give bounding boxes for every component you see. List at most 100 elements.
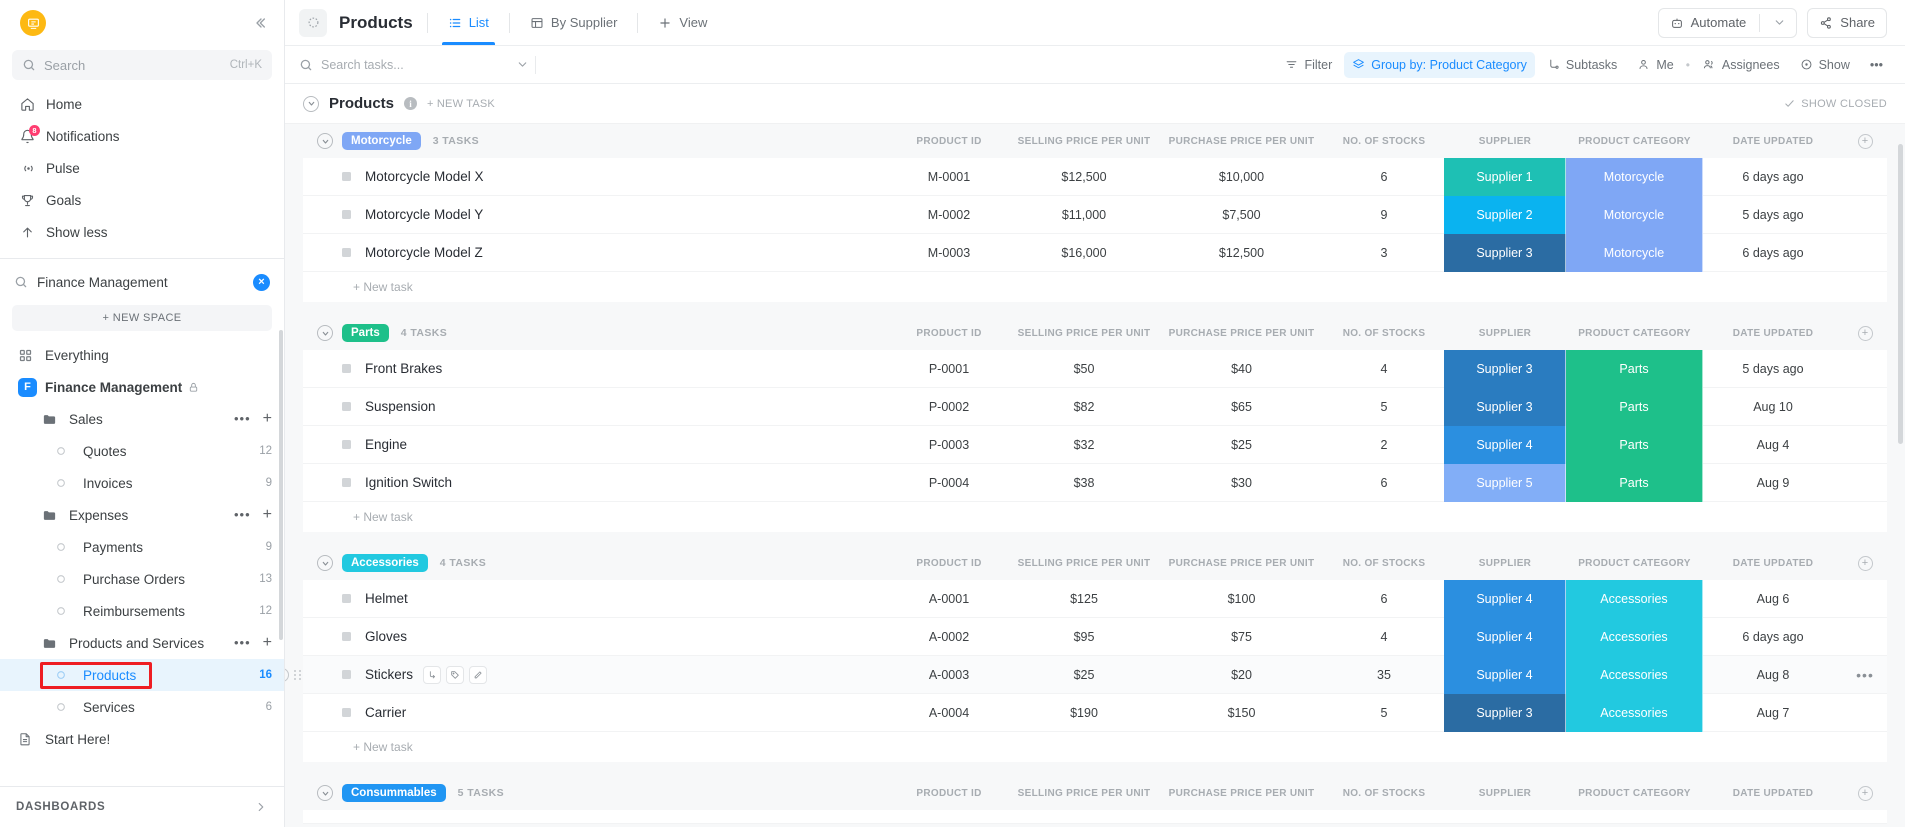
column-header-supplier[interactable]: SUPPLIER — [1444, 136, 1566, 147]
sidebar-scrollbar[interactable] — [279, 330, 283, 640]
cell-no-of-stocks[interactable]: 6 — [1324, 592, 1444, 606]
cell-purchase-price[interactable]: $40 — [1159, 362, 1324, 376]
cell-selling-price[interactable]: $16,000 — [1009, 246, 1159, 260]
new-space-button[interactable]: + NEW SPACE — [12, 305, 272, 331]
column-header-product-id[interactable]: PRODUCT ID — [889, 136, 1009, 147]
cell-no-of-stocks[interactable]: 2 — [1324, 438, 1444, 452]
chevron-down-circle-icon[interactable] — [317, 133, 333, 149]
cell-supplier[interactable]: Supplier 4 — [1444, 655, 1566, 694]
status-indicator[interactable] — [342, 210, 351, 219]
tab-add-view[interactable]: View — [652, 0, 713, 45]
cell-date-updated[interactable]: 5 days ago — [1703, 362, 1843, 376]
new-task-button[interactable]: + NEW TASK — [427, 98, 495, 110]
filter-button[interactable]: Filter — [1277, 52, 1340, 78]
cell-product-category[interactable]: Accessories — [1566, 655, 1703, 694]
search-input[interactable]: Search Ctrl+K — [12, 50, 272, 80]
cell-purchase-price[interactable]: $20 — [1159, 668, 1324, 682]
add-column-icon[interactable]: + — [1857, 555, 1873, 571]
search-tasks-input[interactable]: Search tasks... — [299, 58, 529, 72]
status-indicator[interactable] — [342, 632, 351, 641]
cell-product-category[interactable]: Motorcycle — [1566, 195, 1703, 234]
sidebar-item-everything[interactable]: Everything — [0, 339, 284, 371]
cell-date-updated[interactable]: Aug 4 — [1703, 438, 1843, 452]
cell-product-category[interactable]: Accessories — [1566, 579, 1703, 618]
chevron-down-icon[interactable] — [1767, 16, 1792, 29]
add-new-task-row[interactable]: + New task — [303, 502, 1887, 532]
table-row[interactable]: Carrier A-0004 $190 $150 5 Supplier 3 Ac… — [303, 693, 1887, 732]
cell-purchase-price[interactable]: $150 — [1159, 706, 1324, 720]
me-button[interactable]: Me — [1629, 52, 1681, 78]
space-search-input[interactable]: Finance Management × — [0, 265, 284, 299]
cell-purchase-price[interactable]: $25 — [1159, 438, 1324, 452]
column-header-product-category[interactable]: PRODUCT CATEGORY — [1566, 136, 1703, 147]
column-header-product-category[interactable]: PRODUCT CATEGORY — [1566, 788, 1703, 799]
status-indicator[interactable] — [342, 172, 351, 181]
cell-product-id[interactable]: A-0003 — [889, 668, 1009, 682]
column-header-purchase-price[interactable]: PURCHASE PRICE PER UNIT — [1159, 788, 1324, 799]
cell-purchase-price[interactable]: $100 — [1159, 592, 1324, 606]
sidebar-item-goals[interactable]: Goals — [0, 184, 284, 216]
column-header-selling-price[interactable]: SELLING PRICE PER UNIT — [1009, 788, 1159, 799]
sidebar-item-services[interactable]: Services 6 — [0, 691, 284, 723]
column-header-product-category[interactable]: PRODUCT CATEGORY — [1566, 558, 1703, 569]
column-header-selling-price[interactable]: SELLING PRICE PER UNIT — [1009, 328, 1159, 339]
cell-product-id[interactable]: P-0002 — [889, 400, 1009, 414]
column-header-no-of-stocks[interactable]: NO. OF STOCKS — [1324, 328, 1444, 339]
table-row[interactable]: Motorcycle Model X M-0001 $12,500 $10,00… — [303, 157, 1887, 196]
add-new-task-row[interactable]: + New task — [303, 272, 1887, 302]
cell-no-of-stocks[interactable]: 6 — [1324, 476, 1444, 490]
cell-selling-price[interactable]: $38 — [1009, 476, 1159, 490]
table-row[interactable]: Engine P-0003 $32 $25 2 Supplier 4 Parts… — [303, 425, 1887, 464]
table-row[interactable]: Front Brakes P-0001 $50 $40 4 Supplier 3… — [303, 349, 1887, 388]
group-chip[interactable]: Consummables — [342, 784, 446, 802]
table-row[interactable]: Suspension P-0002 $82 $65 5 Supplier 3 P… — [303, 387, 1887, 426]
chevron-down-icon[interactable] — [516, 58, 529, 71]
cell-product-id[interactable]: M-0002 — [889, 208, 1009, 222]
status-indicator[interactable] — [342, 708, 351, 717]
cell-selling-price[interactable]: $12,500 — [1009, 170, 1159, 184]
table-row[interactable]: Motorcycle Model Y M-0002 $11,000 $7,500… — [303, 195, 1887, 234]
table-row[interactable]: Stickers A-0003 $25 $20 35 Supplier 4 Ac… — [285, 655, 1887, 694]
cell-date-updated[interactable]: 6 days ago — [1703, 630, 1843, 644]
table-row[interactable] — [303, 810, 1887, 824]
add-new-task-row[interactable]: + New task — [303, 732, 1887, 762]
column-header-date-updated[interactable]: DATE UPDATED — [1703, 328, 1843, 339]
sidebar-item-products-and-services[interactable]: Products and Services ••• + — [0, 627, 284, 659]
status-indicator[interactable] — [342, 364, 351, 373]
cell-supplier[interactable]: Supplier 2 — [1444, 195, 1566, 234]
cell-no-of-stocks[interactable]: 4 — [1324, 630, 1444, 644]
cell-supplier[interactable]: Supplier 4 — [1444, 425, 1566, 464]
row-more-icon[interactable]: ••• — [1843, 668, 1887, 682]
cell-supplier[interactable]: Supplier 3 — [1444, 349, 1566, 388]
status-indicator[interactable] — [342, 594, 351, 603]
cell-product-category[interactable]: Parts — [1566, 387, 1703, 426]
column-header-purchase-price[interactable]: PURCHASE PRICE PER UNIT — [1159, 558, 1324, 569]
tab-list[interactable]: List — [441, 0, 496, 45]
cell-product-id[interactable]: P-0004 — [889, 476, 1009, 490]
cell-product-id[interactable]: M-0001 — [889, 170, 1009, 184]
show-closed-button[interactable]: SHOW CLOSED — [1784, 98, 1887, 110]
status-indicator[interactable] — [342, 248, 351, 257]
status-indicator[interactable] — [342, 402, 351, 411]
cell-supplier[interactable]: Supplier 1 — [1444, 157, 1566, 196]
cell-no-of-stocks[interactable]: 35 — [1324, 668, 1444, 682]
cell-product-id[interactable]: P-0003 — [889, 438, 1009, 452]
tag-icon[interactable] — [446, 665, 465, 684]
edit-icon[interactable] — [469, 665, 488, 684]
cell-no-of-stocks[interactable]: 6 — [1324, 170, 1444, 184]
chevron-down-circle-icon[interactable] — [317, 555, 333, 571]
cell-supplier[interactable]: Supplier 3 — [1444, 387, 1566, 426]
cell-product-category[interactable]: Accessories — [1566, 693, 1703, 732]
cell-purchase-price[interactable]: $7,500 — [1159, 208, 1324, 222]
sidebar-item-dashboards[interactable]: DASHBOARDS — [0, 787, 284, 827]
cell-purchase-price[interactable]: $10,000 — [1159, 170, 1324, 184]
cell-purchase-price[interactable]: $65 — [1159, 400, 1324, 414]
add-icon[interactable]: + — [263, 411, 272, 427]
table-row[interactable]: Gloves A-0002 $95 $75 4 Supplier 4 Acces… — [303, 617, 1887, 656]
cell-date-updated[interactable]: Aug 8 — [1703, 668, 1843, 682]
cell-no-of-stocks[interactable]: 5 — [1324, 400, 1444, 414]
sidebar-item-payments[interactable]: Payments 9 — [0, 531, 284, 563]
column-header-no-of-stocks[interactable]: NO. OF STOCKS — [1324, 788, 1444, 799]
cell-no-of-stocks[interactable]: 4 — [1324, 362, 1444, 376]
sidebar-item-home[interactable]: Home — [0, 88, 284, 120]
